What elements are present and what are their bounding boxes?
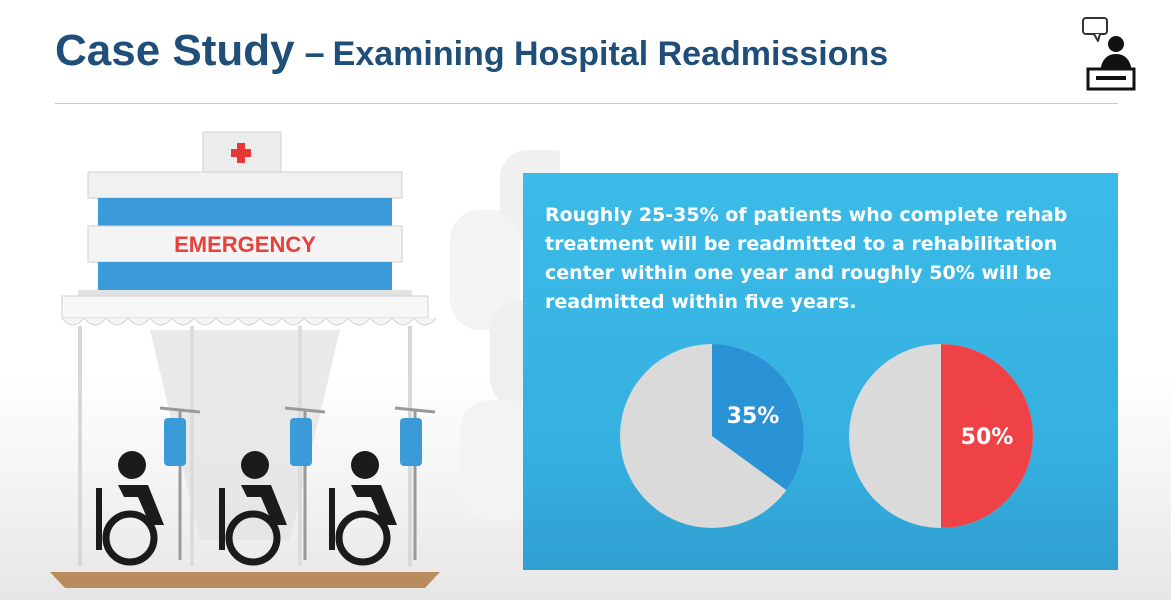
pie-charts: 35% 50% — [620, 344, 1033, 528]
wheelchair-patient-icon — [96, 451, 164, 566]
page-title: Case Study – Examining Hospital Readmissio… — [55, 26, 888, 76]
pie-value-label: 50% — [961, 425, 1014, 450]
wheelchair-patient-icon — [329, 451, 397, 566]
emergency-sign: EMERGENCY — [174, 232, 316, 257]
title-dash: – — [304, 32, 325, 73]
title-main: Case Study — [55, 26, 295, 75]
pie-value-label: 35% — [727, 404, 780, 429]
hospital-illustration: EMERGENCY — [50, 131, 440, 588]
info-panel: Roughly 25-35% of patients who complete … — [523, 173, 1118, 570]
header-divider — [55, 103, 1118, 104]
presenter-icon — [1082, 17, 1136, 91]
pie-chart-1: 35% — [620, 344, 804, 528]
title-subtitle: Examining Hospital Readmissions — [332, 35, 889, 73]
pie-chart-2: 50% — [849, 344, 1033, 528]
